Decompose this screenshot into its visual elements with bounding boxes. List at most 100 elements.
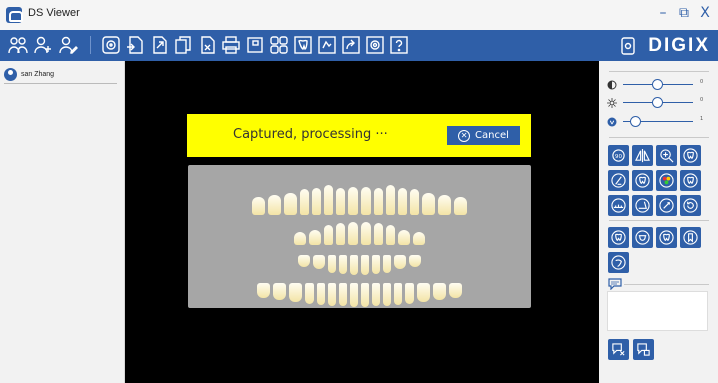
tooth-e-icon[interactable]: [608, 252, 629, 273]
angle-icon[interactable]: [632, 195, 653, 216]
tooth[interactable]: [305, 283, 314, 304]
tooth[interactable]: [339, 283, 347, 306]
tooth[interactable]: [383, 283, 391, 306]
import-image-icon[interactable]: [125, 35, 145, 55]
tooth[interactable]: [386, 225, 395, 245]
tooth[interactable]: [438, 195, 451, 215]
report-icon[interactable]: [317, 35, 337, 55]
tooth[interactable]: [386, 185, 395, 215]
patient-list-item[interactable]: san Zhang: [4, 66, 117, 84]
device-icon[interactable]: [618, 36, 638, 56]
tooth[interactable]: [252, 197, 265, 215]
tooth[interactable]: [336, 188, 345, 215]
single-view-icon[interactable]: [245, 35, 265, 55]
tooth-c-icon[interactable]: [656, 227, 677, 248]
tooth[interactable]: [339, 255, 347, 274]
tooth[interactable]: [273, 283, 286, 300]
tooth[interactable]: [374, 188, 383, 215]
reset-icon[interactable]: [680, 195, 701, 216]
sensor-icon[interactable]: [101, 35, 121, 55]
slider-knob[interactable]: [630, 116, 641, 127]
close-button[interactable]: X: [698, 5, 712, 21]
tooth[interactable]: [313, 255, 325, 269]
slider-knob[interactable]: [652, 97, 663, 108]
minimize-button[interactable]: –: [656, 5, 670, 21]
tooth[interactable]: [300, 189, 309, 215]
tooth[interactable]: [405, 283, 414, 304]
restore-button[interactable]: ⧉: [677, 5, 691, 21]
tooth[interactable]: [361, 222, 371, 245]
tooth[interactable]: [398, 230, 410, 245]
tooth-chart-icon[interactable]: [293, 35, 313, 55]
measure-icon[interactable]: [608, 195, 629, 216]
tooth[interactable]: [324, 225, 333, 245]
tooth[interactable]: [410, 189, 419, 215]
tooth[interactable]: [374, 223, 383, 245]
tooth[interactable]: [361, 255, 369, 275]
tooth-outline-icon[interactable]: [680, 145, 701, 166]
tooth[interactable]: [413, 232, 425, 245]
zoom-icon[interactable]: [656, 145, 677, 166]
tooth[interactable]: [454, 197, 467, 215]
share-icon[interactable]: [341, 35, 361, 55]
tooth[interactable]: [449, 283, 462, 298]
tooth[interactable]: [350, 283, 358, 307]
tooth[interactable]: [417, 283, 430, 302]
note-save-icon[interactable]: [633, 339, 654, 360]
settings-icon[interactable]: [365, 35, 385, 55]
tooth[interactable]: [433, 283, 446, 300]
brightness-slider[interactable]: 0: [607, 96, 711, 110]
tooth[interactable]: [383, 255, 391, 273]
delete-image-icon[interactable]: [197, 35, 217, 55]
multi-view-icon[interactable]: [269, 35, 289, 55]
tooth[interactable]: [312, 188, 321, 215]
tooth[interactable]: [372, 283, 380, 306]
tooth-d-icon[interactable]: [680, 227, 701, 248]
calibrate-icon[interactable]: [656, 195, 677, 216]
tooth[interactable]: [394, 255, 406, 269]
note-add-icon[interactable]: [608, 339, 629, 360]
tooth[interactable]: [361, 283, 369, 307]
note-input[interactable]: [607, 291, 708, 331]
tooth[interactable]: [294, 232, 306, 245]
image-viewer[interactable]: Captured, processing ··· ✕ Cancel: [125, 61, 599, 383]
tooth[interactable]: [328, 255, 336, 273]
tooth[interactable]: [348, 222, 358, 245]
tooth[interactable]: [257, 283, 270, 298]
slider-knob[interactable]: [652, 79, 663, 90]
sharpen-icon[interactable]: [608, 170, 629, 191]
flip-icon[interactable]: [632, 145, 653, 166]
tooth[interactable]: [328, 283, 336, 306]
tooth[interactable]: [284, 193, 297, 215]
tooth[interactable]: [372, 255, 380, 274]
tooth[interactable]: [298, 255, 310, 267]
patients-icon[interactable]: [8, 35, 28, 55]
tooth-a-icon[interactable]: [608, 227, 629, 248]
tooth[interactable]: [350, 255, 358, 275]
tooth[interactable]: [289, 283, 302, 302]
tooth[interactable]: [361, 187, 371, 215]
edit-patient-icon[interactable]: [58, 35, 78, 55]
copy-image-icon[interactable]: [173, 35, 193, 55]
rotate-90-icon[interactable]: 90: [608, 145, 629, 166]
tooth-b-icon[interactable]: [632, 227, 653, 248]
tooth[interactable]: [398, 188, 407, 215]
tooth[interactable]: [394, 283, 402, 305]
tooth[interactable]: [422, 193, 435, 215]
tooth[interactable]: [268, 195, 281, 215]
gamma-slider[interactable]: 1: [607, 115, 711, 129]
tooth[interactable]: [336, 223, 345, 245]
cancel-button[interactable]: ✕ Cancel: [447, 126, 520, 145]
tooth[interactable]: [324, 185, 333, 215]
help-icon[interactable]: [389, 35, 409, 55]
tooth[interactable]: [309, 230, 321, 245]
tooth-enhance-icon[interactable]: [632, 170, 653, 191]
contrast-slider[interactable]: 0: [607, 78, 711, 92]
export-image-icon[interactable]: [149, 35, 169, 55]
tooth[interactable]: [317, 283, 325, 305]
tooth[interactable]: [409, 255, 421, 267]
print-icon[interactable]: [221, 35, 241, 55]
tooth[interactable]: [348, 187, 358, 215]
tooth-filter-icon[interactable]: [680, 170, 701, 191]
color-map-icon[interactable]: [656, 170, 677, 191]
